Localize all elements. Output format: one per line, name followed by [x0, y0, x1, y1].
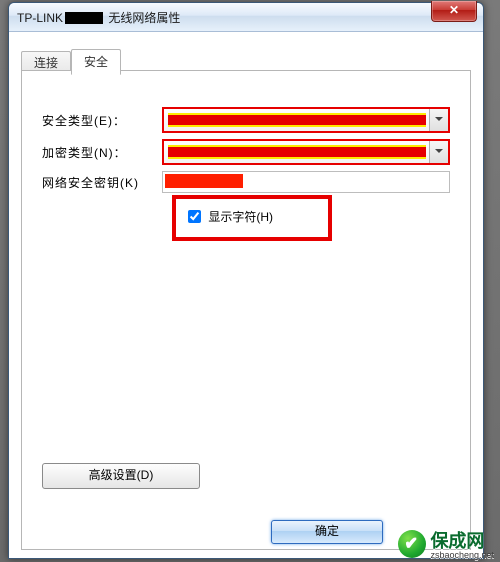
tab-panel-security: 安全类型(E)： 加密类型(N)： 网络安全密钥(K) 显示字符(H) 高级	[21, 70, 471, 550]
dialog-window: TP-LINK 无线网络属性 ✕ 连接 安全 安全类型(E)： 加密类型(N)：…	[8, 2, 484, 559]
input-network-key[interactable]	[162, 171, 450, 193]
chevron-down-icon[interactable]	[429, 109, 448, 131]
row-encryption-type: 加密类型(N)：	[42, 139, 450, 165]
title-obscured	[65, 12, 103, 24]
window-title: TP-LINK 无线网络属性	[17, 9, 180, 26]
button-ok[interactable]: 确定	[271, 520, 383, 544]
title-prefix: TP-LINK	[17, 11, 63, 25]
watermark: 保成网 zsbaocheng.net	[398, 527, 494, 560]
titlebar[interactable]: TP-LINK 无线网络属性 ✕	[9, 3, 483, 32]
combo-security-type[interactable]	[162, 107, 450, 133]
button-ok-label: 确定	[315, 524, 339, 538]
tab-security[interactable]: 安全	[71, 49, 121, 75]
close-button[interactable]: ✕	[431, 1, 477, 22]
label-encryption-type: 加密类型(N)：	[42, 144, 162, 161]
checkbox-show-characters[interactable]	[188, 210, 201, 223]
combo-encryption-type[interactable]	[162, 139, 450, 165]
watermark-brand: 保成网	[430, 531, 484, 551]
label-security-type: 安全类型(E)：	[42, 112, 162, 129]
label-show-characters: 显示字符(H)	[208, 210, 273, 224]
row-security-type: 安全类型(E)：	[42, 107, 450, 133]
row-network-key: 网络安全密钥(K)	[42, 171, 450, 193]
combo-security-type-redacted	[168, 113, 426, 127]
title-suffix: 无线网络属性	[108, 11, 180, 25]
button-advanced-label: 高级设置(D)	[89, 468, 154, 482]
check-icon	[398, 530, 426, 558]
label-network-key: 网络安全密钥(K)	[42, 174, 162, 191]
highlight-show-characters: 显示字符(H)	[172, 195, 332, 241]
close-icon: ✕	[449, 3, 459, 17]
input-network-key-redacted	[165, 174, 243, 188]
combo-encryption-type-redacted	[168, 145, 426, 159]
button-advanced-settings[interactable]: 高级设置(D)	[42, 463, 200, 489]
chevron-down-icon[interactable]	[429, 141, 448, 163]
watermark-url: zsbaocheng.net	[430, 550, 494, 560]
tab-connect-label: 连接	[34, 56, 58, 70]
watermark-text: 保成网 zsbaocheng.net	[430, 527, 494, 560]
tab-security-label: 安全	[84, 55, 108, 69]
